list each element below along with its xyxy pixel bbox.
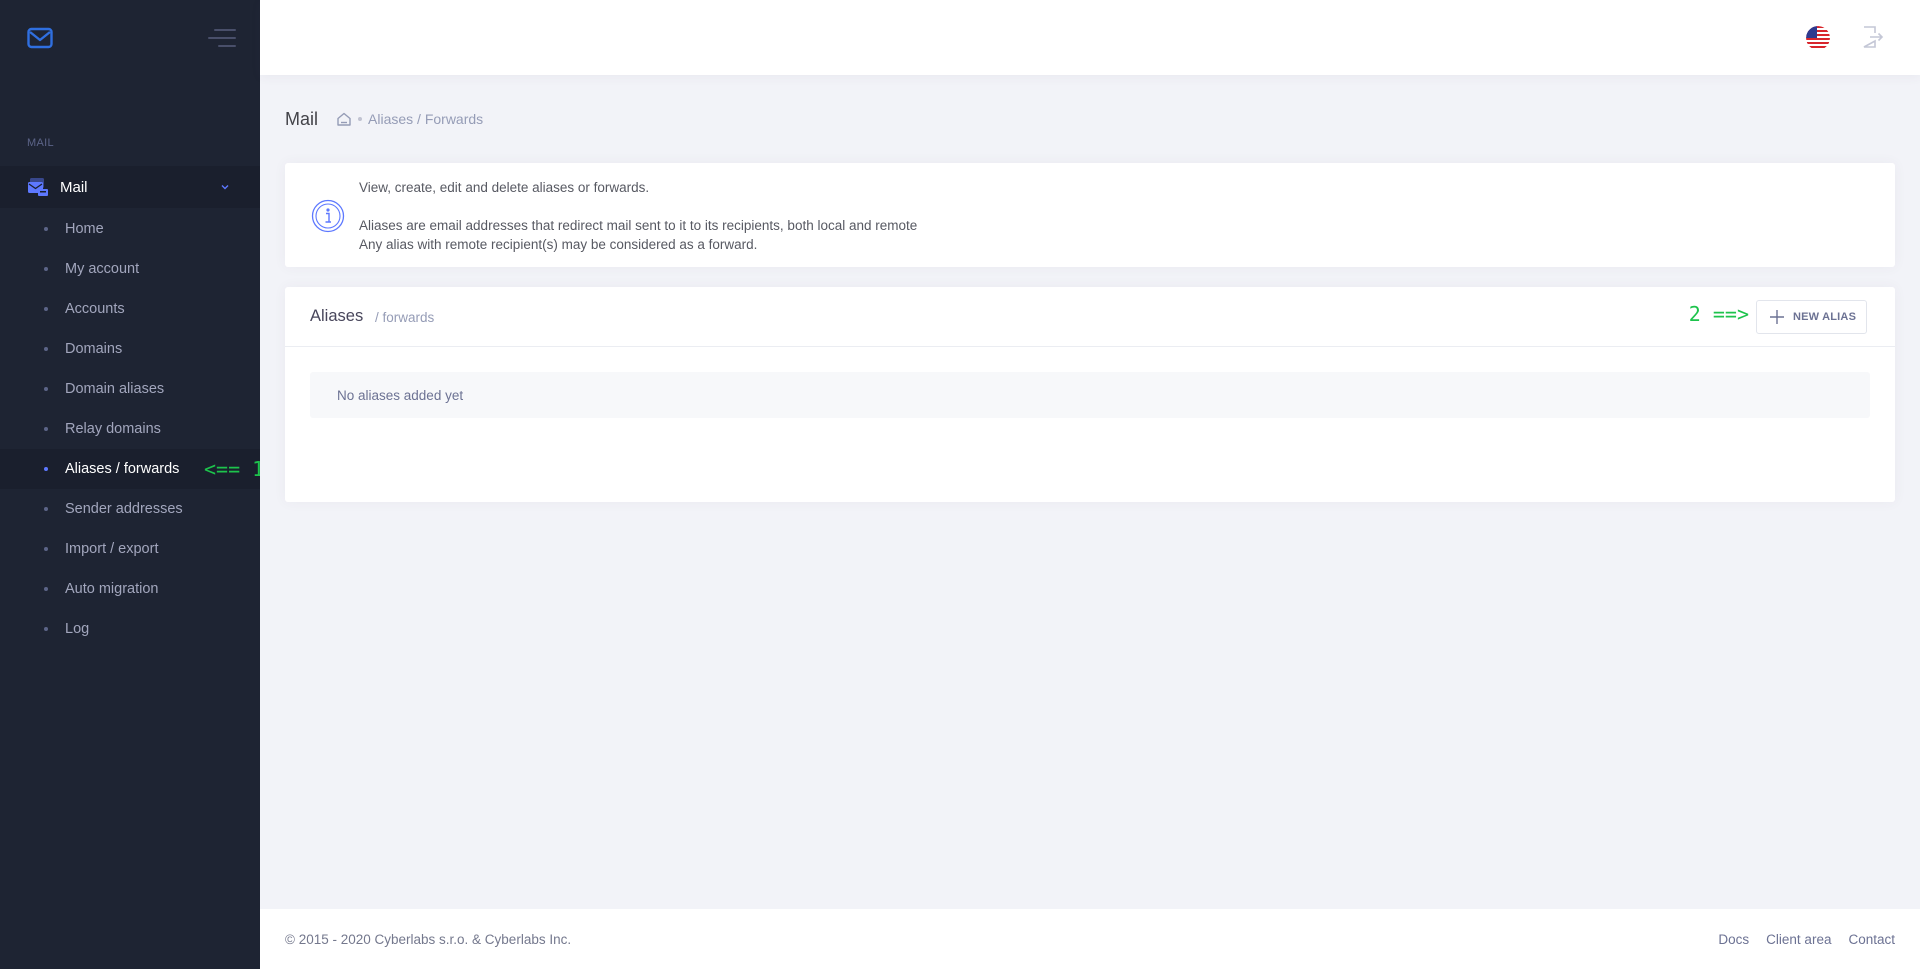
bullet-dot: [44, 587, 48, 591]
annotation-arrow-1: <== 1: [204, 457, 260, 481]
new-alias-button[interactable]: NEW ALIAS: [1756, 300, 1867, 334]
top-header: [260, 0, 1920, 75]
sidebar-item-label: My account: [65, 261, 140, 277]
sidebar-item-label: Auto migration: [65, 581, 159, 597]
menu-toggle-icon[interactable]: [208, 28, 236, 48]
bullet-dot: [44, 307, 48, 311]
sidebar-item-domains[interactable]: Domains: [0, 329, 260, 369]
chevron-down-icon: [221, 185, 229, 190]
bullet-dot: [44, 427, 48, 431]
sidebar-item-label: Aliases / forwards: [65, 461, 180, 477]
info-notice: View, create, edit and delete aliases or…: [285, 163, 1895, 267]
home-icon[interactable]: [336, 111, 352, 127]
mail-stack-icon: [28, 178, 48, 196]
sidebar-item-label: Mail: [60, 179, 88, 196]
sidebar-section-label: MAIL: [27, 137, 54, 149]
sidebar-item-label: Sender addresses: [65, 501, 183, 517]
info-line: Aliases are email addresses that redirec…: [359, 218, 918, 233]
footer-link-contact[interactable]: Contact: [1848, 932, 1895, 947]
logout-icon[interactable]: [1860, 25, 1884, 49]
new-alias-button-label: NEW ALIAS: [1793, 311, 1857, 323]
sidebar-item-domain-aliases[interactable]: Domain aliases: [0, 369, 260, 409]
info-icon: [311, 199, 345, 233]
footer: © 2015 - 2020 Cyberlabs s.r.o. & Cyberla…: [260, 909, 1920, 969]
sidebar-item-label: Import / export: [65, 541, 159, 557]
footer-links: Docs Client area Contact: [1718, 932, 1895, 947]
sidebar-item-log[interactable]: Log: [0, 609, 260, 649]
sidebar-item-auto-migration[interactable]: Auto migration: [0, 569, 260, 609]
sidebar-submenu: Home My account Accounts Domains Domain …: [0, 209, 260, 649]
sidebar-item-mail[interactable]: Mail: [0, 166, 260, 208]
panel-title: Aliases: [310, 307, 364, 325]
sidebar-item-import-export[interactable]: Import / export: [0, 529, 260, 569]
breadcrumb-item-aliases-forwards[interactable]: Aliases / Forwards: [368, 111, 483, 127]
bullet-dot: [44, 627, 48, 631]
info-text: View, create, edit and delete aliases or…: [359, 178, 917, 254]
sidebar-item-label: Log: [65, 621, 90, 637]
bullet-dot: [44, 467, 48, 471]
bullet-dot: [44, 387, 48, 391]
annotation-arrow-2: 2 ==>: [1688, 302, 1749, 326]
sidebar-item-sender-addresses[interactable]: Sender addresses: [0, 489, 260, 529]
aliases-panel-header: Aliases / forwards 2 ==> NEW ALIAS: [285, 287, 1895, 347]
sidebar-item-label: Domains: [65, 341, 123, 357]
bullet-dot: [44, 347, 48, 351]
page-title: Mail: [285, 108, 319, 129]
sidebar-header: [0, 0, 260, 75]
panel-subtitle: / forwards: [375, 310, 435, 325]
info-line: View, create, edit and delete aliases or…: [359, 180, 650, 195]
footer-link-client-area[interactable]: Client area: [1766, 932, 1831, 947]
sidebar-item-label: Domain aliases: [65, 381, 165, 397]
footer-link-docs[interactable]: Docs: [1718, 932, 1749, 947]
plus-icon: [1770, 310, 1784, 324]
envelope-logo-icon[interactable]: [27, 27, 53, 49]
info-line: Any alias with remote recipient(s) may b…: [359, 237, 758, 252]
bullet-dot: [44, 227, 48, 231]
bullet-dot: [44, 507, 48, 511]
sidebar-item-accounts[interactable]: Accounts: [0, 289, 260, 329]
copyright-text: © 2015 - 2020 Cyberlabs s.r.o. & Cyberla…: [285, 932, 572, 947]
sidebar: MAIL Mail Home My account Accounts Domai…: [0, 0, 260, 969]
bullet-dot: [44, 267, 48, 271]
sidebar-item-my-account[interactable]: My account: [0, 249, 260, 289]
sidebar-item-label: Accounts: [65, 301, 125, 317]
aliases-panel: Aliases / forwards 2 ==> NEW ALIAS No al…: [285, 287, 1895, 502]
breadcrumb: Mail Aliases / Forwards: [285, 107, 483, 131]
sidebar-item-label: Relay domains: [65, 421, 161, 437]
breadcrumb-separator: [358, 117, 363, 121]
us-flag-icon[interactable]: [1806, 26, 1830, 50]
empty-state-message: No aliases added yet: [310, 372, 1870, 418]
sidebar-item-label: Home: [65, 221, 104, 237]
sidebar-item-home[interactable]: Home: [0, 209, 260, 249]
bullet-dot: [44, 547, 48, 551]
sidebar-item-relay-domains[interactable]: Relay domains: [0, 409, 260, 449]
